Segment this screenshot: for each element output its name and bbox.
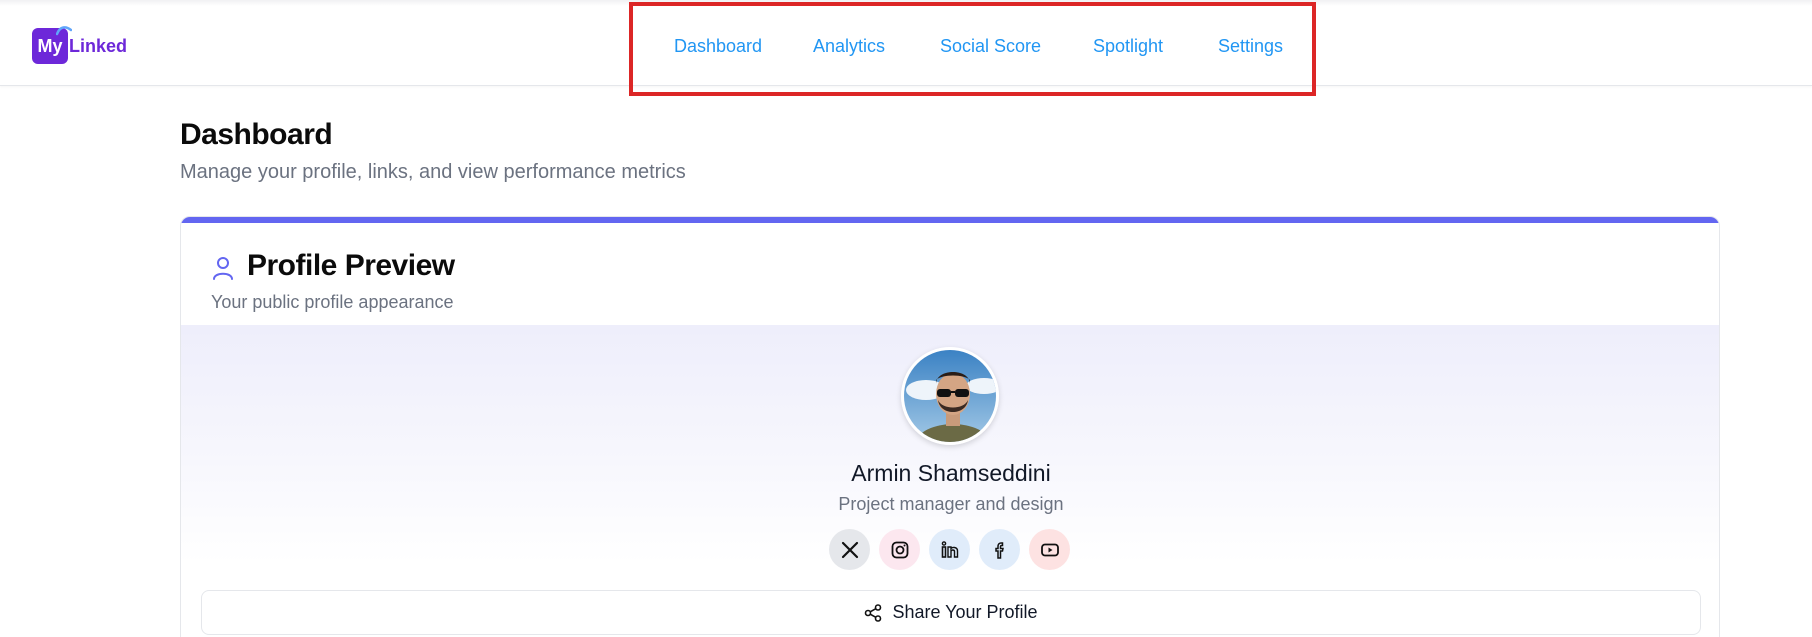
logo-wave-icon <box>56 26 72 36</box>
share-icon <box>865 603 882 622</box>
social-links <box>181 529 1719 571</box>
avatar <box>901 347 999 445</box>
profile-role: Project manager and design <box>838 494 1064 514</box>
profile-preview-card: Profile Preview Your public profile appe… <box>180 216 1720 637</box>
card-subtitle: Your public profile appearance <box>211 292 454 312</box>
youtube-icon[interactable] <box>1029 529 1070 570</box>
page-title: Dashboard <box>180 118 333 151</box>
profile-name: Armin Shamseddini <box>851 460 1051 486</box>
linkedin-icon[interactable] <box>929 529 970 570</box>
share-profile-button[interactable]: Share Your Profile <box>201 590 1701 635</box>
facebook-icon[interactable] <box>979 529 1020 570</box>
page-subtitle: Manage your profile, links, and view per… <box>180 161 686 183</box>
card-accent-bar <box>181 217 1719 223</box>
x-icon[interactable] <box>829 529 870 570</box>
share-profile-label: Share Your Profile <box>892 602 1038 622</box>
card-title: Profile Preview <box>247 249 455 282</box>
user-icon <box>213 257 233 280</box>
instagram-icon[interactable] <box>879 529 920 570</box>
nav-highlight-box <box>629 2 1316 96</box>
